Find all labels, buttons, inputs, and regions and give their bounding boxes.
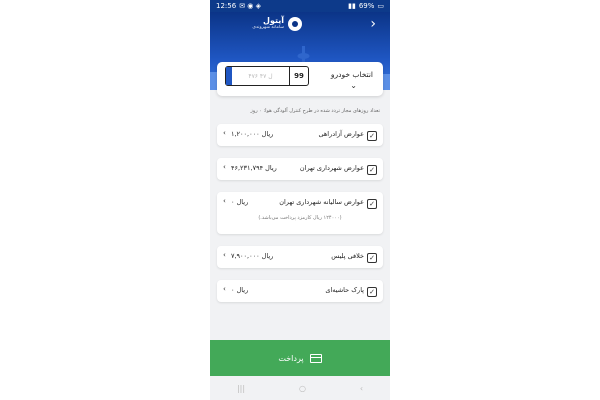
chevron-left-icon[interactable]: ‹ xyxy=(223,251,226,259)
app-subtitle: سامانه شهروندی xyxy=(252,25,284,30)
pay-label: پرداخت xyxy=(278,353,304,363)
vehicle-selector[interactable]: ۴۷۶ ل ۴۷ 99 انتخاب خودرو ⌄ xyxy=(217,62,383,96)
bill-amount: ۷,۹۰۰,۰۰۰ ریال xyxy=(231,252,274,260)
bill-title: عوارض آزادراهی xyxy=(318,130,364,138)
home-icon[interactable]: ○ xyxy=(299,384,306,393)
chevron-down-icon[interactable]: ⌄ xyxy=(350,81,357,90)
bill-amount: ۴۶,۲۳۱,۷۹۴ ریال xyxy=(231,164,277,172)
back-icon[interactable]: ‹ xyxy=(360,384,363,393)
status-bar: 12:56 ✉ ◉ ◈ ▮▮ 69% ▭ xyxy=(210,0,390,12)
brand: آیتول سامانه شهروندی xyxy=(228,16,284,30)
bill-item-street-parking[interactable]: ✓ پارک حاشیه‌ای ۰ ریال ‹ xyxy=(217,280,383,302)
app-logo-icon xyxy=(288,17,302,31)
battery-percent: 69% xyxy=(358,2,375,10)
bill-title: عوارض سالیانه شهرداری تهران xyxy=(279,198,364,206)
license-plate: ۴۷۶ ل ۴۷ 99 xyxy=(225,66,309,86)
checkbox-icon[interactable]: ✓ xyxy=(367,287,377,297)
bill-amount: ۰ ریال xyxy=(231,198,249,206)
battery-icon: ▭ xyxy=(377,2,384,10)
bill-amount: ۰ ریال xyxy=(231,286,249,294)
recents-icon[interactable]: ||| xyxy=(237,384,245,393)
signal-icon: ▮▮ xyxy=(348,2,356,10)
checkbox-icon[interactable]: ✓ xyxy=(367,131,377,141)
checkbox-icon[interactable]: ✓ xyxy=(367,253,377,263)
pollution-days-note: تعداد روزهای مجاز تردد شده در طرح کنترل … xyxy=(250,108,380,114)
chevron-left-icon[interactable]: ‹ xyxy=(223,285,226,293)
checkbox-icon[interactable]: ✓ xyxy=(367,199,377,209)
bill-item-freeway[interactable]: ✓ عوارض آزادراهی ۱,۲۰۰,۰۰۰ ریال ‹ xyxy=(217,124,383,146)
bill-amount: ۱,۲۰۰,۰۰۰ ریال xyxy=(231,130,274,138)
chevron-left-icon[interactable]: ‹ xyxy=(223,129,226,137)
bill-item-annual-municipality[interactable]: ✓ عوارض سالیانه شهرداری تهران ۰ ریال ‹ (… xyxy=(217,192,383,234)
bill-item-municipality[interactable]: ✓ عوارض شهرداری تهران ۴۶,۲۳۱,۷۹۴ ریال ‹ xyxy=(217,158,383,180)
bill-title: خلافی پلیس xyxy=(331,252,364,260)
chevron-left-icon[interactable]: ‹ xyxy=(223,163,226,171)
back-chevron-icon[interactable]: › xyxy=(370,17,376,31)
checkbox-icon[interactable]: ✓ xyxy=(367,165,377,175)
phone-screen: 12:56 ✉ ◉ ◈ ▮▮ 69% ▭ آیتول سامانه شهروند… xyxy=(210,0,390,400)
status-time: 12:56 xyxy=(216,2,237,10)
bill-item-police-fines[interactable]: ✓ خلافی پلیس ۷,۹۰۰,۰۰۰ ریال ‹ xyxy=(217,246,383,268)
app-name: آیتول xyxy=(263,16,284,25)
card-icon xyxy=(309,353,322,363)
plate-digits: ۴۷۶ ل ۴۷ xyxy=(248,72,273,80)
pay-button[interactable]: پرداخت xyxy=(210,340,390,376)
notification-icons: ✉ ◉ ◈ xyxy=(239,2,261,10)
bill-fee-note: (۱۲۴۰۰۰ ریال کارمزد پرداخت می‌باشد.) xyxy=(258,215,342,221)
plate-code: 99 xyxy=(289,67,308,85)
bill-title: پارک حاشیه‌ای xyxy=(325,286,364,294)
vehicle-label: انتخاب خودرو xyxy=(330,70,373,79)
bill-title: عوارض شهرداری تهران xyxy=(299,164,364,172)
chevron-left-icon[interactable]: ‹ xyxy=(223,197,226,205)
android-nav-bar: ||| ○ ‹ xyxy=(210,376,390,400)
